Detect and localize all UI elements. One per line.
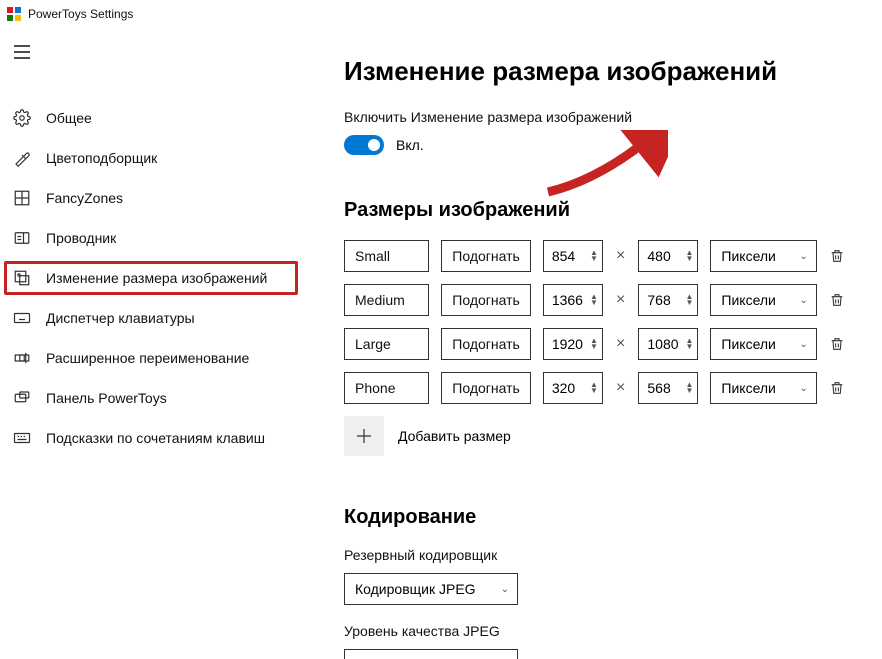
sidebar-item-label: Общее — [46, 110, 92, 126]
spinner-icon: ▲▼ — [685, 382, 693, 394]
sidebar-item-label: Диспетчер клавиатуры — [46, 310, 195, 326]
keyboard-icon — [12, 308, 32, 328]
sidebar-item-shortcutguide[interactable]: Подсказки по сочетаниям клавиш — [0, 418, 304, 458]
size-row: Medium Подогнать 1366▲▼ × 768▲▼ Пиксели⌄ — [344, 284, 846, 316]
size-width-input[interactable]: 1920▲▼ — [543, 328, 603, 360]
spinner-icon: ▲▼ — [590, 382, 598, 394]
sidebar-item-label: FancyZones — [46, 190, 123, 206]
fallback-label: Резервный кодировщик — [344, 547, 846, 563]
enable-label: Включить Изменение размера изображений — [344, 109, 846, 125]
chevron-down-icon: ⌄ — [799, 251, 807, 262]
jpeg-quality-input[interactable]: 90 ▲▼ — [344, 649, 518, 659]
size-name-input[interactable]: Phone — [344, 372, 429, 404]
spinner-icon: ▲▼ — [590, 294, 598, 306]
eyedropper-icon — [12, 148, 32, 168]
sidebar-item-powerrename[interactable]: Расширенное переименование — [0, 338, 304, 378]
times-icon: × — [615, 291, 627, 309]
sidebar-item-label: Цветоподборщик — [46, 150, 157, 166]
size-row: Small Подогнать 854▲▼ × 480▲▼ Пиксели⌄ — [344, 240, 846, 272]
add-size-button[interactable] — [344, 416, 384, 456]
window-titlebar: PowerToys Settings — [0, 0, 882, 28]
shortcut-icon — [12, 428, 32, 448]
size-fit-select[interactable]: Подогнать — [441, 372, 531, 404]
grid-icon — [12, 188, 32, 208]
fallback-encoder-select[interactable]: Кодировщик JPEG ⌄ — [344, 573, 518, 605]
app-icon — [6, 6, 22, 22]
sidebar: Общее Цветоподборщик FancyZones Проводни… — [0, 28, 304, 659]
spinner-icon: ▲▼ — [685, 250, 693, 262]
delete-size-button[interactable] — [829, 379, 846, 397]
size-fit-select[interactable]: Подогнать — [441, 240, 531, 272]
preview-icon — [12, 228, 32, 248]
delete-size-button[interactable] — [829, 335, 846, 353]
fallback-encoder-value: Кодировщик JPEG — [355, 581, 476, 597]
times-icon: × — [615, 335, 627, 353]
toggle-state-text: Вкл. — [396, 137, 424, 153]
spinner-icon: ▲▼ — [590, 250, 598, 262]
sidebar-item-label: Панель PowerToys — [46, 390, 167, 406]
spinner-icon: ▲▼ — [685, 294, 693, 306]
chevron-down-icon: ⌄ — [799, 339, 807, 350]
hamburger-button[interactable] — [2, 32, 42, 72]
jpeg-quality-label: Уровень качества JPEG — [344, 623, 846, 639]
size-name-input[interactable]: Small — [344, 240, 429, 272]
size-height-input[interactable]: 568▲▼ — [638, 372, 698, 404]
encoding-heading: Кодирование — [344, 506, 846, 529]
delete-size-button[interactable] — [829, 291, 846, 309]
window-title: PowerToys Settings — [28, 7, 133, 21]
sidebar-item-label: Подсказки по сочетаниям клавиш — [46, 430, 265, 446]
add-size-label: Добавить размер — [398, 428, 511, 444]
image-resize-icon — [12, 268, 32, 288]
sidebar-item-label: Расширенное переименование — [46, 350, 249, 366]
size-height-input[interactable]: 480▲▼ — [638, 240, 698, 272]
sidebar-item-label: Проводник — [46, 230, 116, 246]
run-icon — [12, 388, 32, 408]
size-fit-select[interactable]: Подогнать — [441, 328, 531, 360]
sidebar-item-run[interactable]: Панель PowerToys — [0, 378, 304, 418]
page-title: Изменение размера изображений — [344, 56, 846, 87]
sidebar-item-keyboard[interactable]: Диспетчер клавиатуры — [0, 298, 304, 338]
size-height-input[interactable]: 1080▲▼ — [638, 328, 698, 360]
times-icon: × — [615, 247, 627, 265]
size-height-input[interactable]: 768▲▼ — [638, 284, 698, 316]
sidebar-item-fancyzones[interactable]: FancyZones — [0, 178, 304, 218]
spinner-icon: ▲▼ — [685, 338, 693, 350]
rename-icon — [12, 348, 32, 368]
size-width-input[interactable]: 854▲▼ — [543, 240, 603, 272]
size-unit-select[interactable]: Пиксели⌄ — [710, 372, 816, 404]
chevron-down-icon: ⌄ — [799, 383, 807, 394]
sidebar-item-colorpicker[interactable]: Цветоподборщик — [0, 138, 304, 178]
size-unit-select[interactable]: Пиксели⌄ — [710, 240, 816, 272]
size-fit-select[interactable]: Подогнать — [441, 284, 531, 316]
size-row: Phone Подогнать 320▲▼ × 568▲▼ Пиксели⌄ — [344, 372, 846, 404]
size-width-input[interactable]: 1366▲▼ — [543, 284, 603, 316]
times-icon: × — [615, 379, 627, 397]
size-unit-select[interactable]: Пиксели⌄ — [710, 328, 816, 360]
sidebar-item-general[interactable]: Общее — [0, 98, 304, 138]
chevron-down-icon: ⌄ — [799, 295, 807, 306]
chevron-down-icon: ⌄ — [501, 584, 509, 595]
sizes-heading: Размеры изображений — [344, 199, 846, 222]
main-content: Изменение размера изображений Включить И… — [304, 28, 882, 659]
size-row: Large Подогнать 1920▲▼ × 1080▲▼ Пиксели⌄ — [344, 328, 846, 360]
sidebar-item-explorer[interactable]: Проводник — [0, 218, 304, 258]
sidebar-item-label: Изменение размера изображений — [46, 270, 267, 286]
size-name-input[interactable]: Large — [344, 328, 429, 360]
size-width-input[interactable]: 320▲▼ — [543, 372, 603, 404]
spinner-icon: ▲▼ — [590, 338, 598, 350]
size-name-input[interactable]: Medium — [344, 284, 429, 316]
delete-size-button[interactable] — [829, 247, 846, 265]
size-unit-select[interactable]: Пиксели⌄ — [710, 284, 816, 316]
gear-icon — [12, 108, 32, 128]
enable-toggle[interactable] — [344, 135, 384, 155]
sidebar-item-imageresizer[interactable]: Изменение размера изображений — [0, 258, 304, 298]
